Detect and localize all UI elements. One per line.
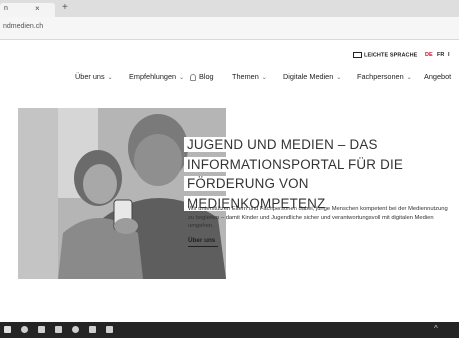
- chevron-down-icon: ⌄: [179, 75, 185, 81]
- address-bar[interactable]: ndmedien.ch: [0, 17, 459, 40]
- ueber-uns-link[interactable]: Über uns: [188, 237, 215, 244]
- hero-headline: JUGEND UND MEDIEN – DAS INFORMATIONSPORT…: [184, 135, 459, 213]
- nav-item-label: Blog: [199, 72, 214, 81]
- easy-language-link[interactable]: LEICHTE SPRACHE: [353, 52, 417, 58]
- nav-item-label: Fachpersonen: [357, 72, 404, 81]
- windows-start-icon[interactable]: [4, 326, 11, 333]
- nav-item-label: Empfehlungen: [129, 72, 177, 81]
- hero-intro-text: Wir unterstützen Eltern und Fachpersonen…: [188, 206, 448, 230]
- file-explorer-icon[interactable]: [55, 326, 62, 333]
- tray-overflow-icon[interactable]: ^: [434, 324, 438, 333]
- chevron-down-icon: ⌄: [406, 75, 412, 81]
- nav-item-themen[interactable]: Themen ⌄: [232, 72, 267, 81]
- tab-title: n: [4, 5, 8, 12]
- browser-tab[interactable]: n ×: [0, 3, 55, 17]
- nav-item-fachpersonen[interactable]: Fachpersonen ⌄: [357, 72, 412, 81]
- chevron-down-icon: ⌄: [261, 75, 267, 81]
- lightbulb-icon: [190, 73, 196, 81]
- book-icon: [353, 52, 362, 58]
- cta-underline: [188, 246, 218, 247]
- nav-item-blog[interactable]: Blog: [190, 72, 214, 81]
- headline-line: JUGEND UND MEDIEN – DAS: [184, 137, 381, 152]
- lang-fr-link[interactable]: FR: [437, 52, 444, 58]
- chevron-down-icon: ⌄: [336, 75, 342, 81]
- lang-it-link[interactable]: I: [448, 52, 450, 58]
- mail-icon[interactable]: [106, 326, 113, 333]
- tab-close-icon[interactable]: ×: [35, 4, 40, 13]
- lang-de-link[interactable]: DE: [425, 52, 433, 58]
- nav-item-label: Über uns: [75, 72, 105, 81]
- easy-language-label: LEICHTE SPRACHE: [364, 52, 418, 59]
- browser-icon[interactable]: [72, 326, 79, 333]
- nav-item-ueber-uns[interactable]: Über uns ⌄: [75, 72, 113, 81]
- nav-item-label: Angebot: [424, 72, 452, 81]
- store-icon[interactable]: [89, 326, 96, 333]
- task-view-icon[interactable]: [38, 326, 45, 333]
- nav-item-label: Digitale Medien: [283, 72, 334, 81]
- url-text[interactable]: ndmedien.ch: [3, 23, 43, 30]
- nav-item-digitale-medien[interactable]: Digitale Medien ⌄: [283, 72, 341, 81]
- nav-item-label: Themen: [232, 72, 259, 81]
- nav-item-angebot[interactable]: Angebot: [424, 72, 451, 81]
- chevron-down-icon: ⌄: [107, 75, 113, 81]
- browser-tab-strip: n × +: [0, 0, 459, 17]
- new-tab-button[interactable]: +: [62, 3, 68, 13]
- search-icon[interactable]: [21, 326, 28, 333]
- headline-line: INFORMATIONSPORTAL FÜR DIE FÖRDERUNG VON: [184, 156, 406, 191]
- taskbar: ^: [0, 322, 459, 338]
- nav-item-empfehlungen[interactable]: Empfehlungen ⌄: [129, 72, 184, 81]
